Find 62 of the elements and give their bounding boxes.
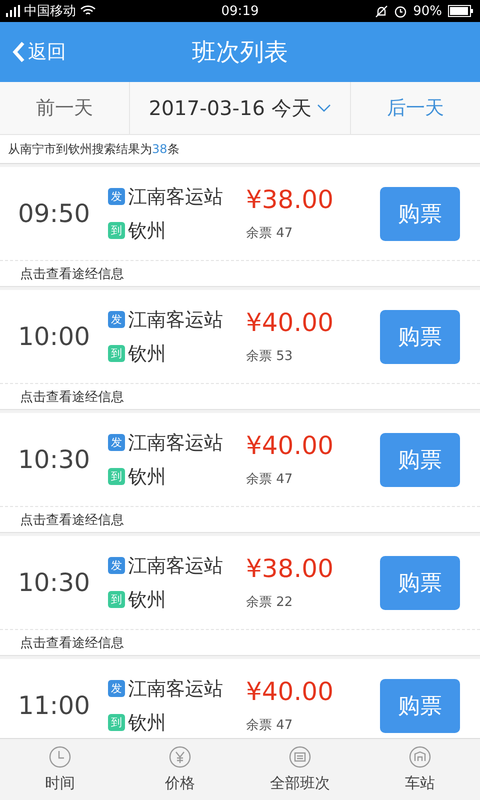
ticket-price: ¥40.00 [246,677,334,706]
yen-icon [169,746,191,768]
remaining-seats: 余票 47 [246,470,376,488]
route-info-link[interactable]: 点击查看途经信息 [20,264,124,282]
clock-icon [49,746,71,768]
arrive-tag: 到 [108,714,125,731]
depart-tag: 发 [108,434,125,451]
station-icon [409,746,431,768]
departure-time: 09:50 [16,199,92,228]
origin-station: 江南客运站 [128,308,223,332]
route-info-link[interactable]: 点击查看途经信息 [20,634,124,652]
chevron-down-icon [317,104,332,112]
remaining-seats: 余票 22 [246,593,376,611]
carrier-name: 中国移动 [24,3,76,20]
wifi-icon [80,5,96,17]
depart-tag: 发 [108,557,125,574]
depart-tag: 发 [108,311,125,328]
ticket-price: ¥40.00 [246,308,334,337]
destination: 钦州 [128,342,166,366]
departure-time: 11:00 [16,691,92,720]
back-icon [12,41,26,63]
list-icon [289,746,311,768]
status-time: 09:19 [221,4,259,18]
bell-off-icon [375,4,388,18]
origin-station: 江南客运站 [128,554,223,578]
arrive-tag: 到 [108,222,125,239]
battery-percent: 90% [413,4,442,18]
departure-time: 10:00 [16,322,92,351]
remaining-seats: 余票 47 [246,224,376,242]
route-info-link[interactable]: 点击查看途经信息 [20,510,124,528]
departure-time: 10:30 [16,568,92,597]
tab-bar-item[interactable]: 车站 [360,739,480,800]
route-info-link[interactable]: 点击查看途经信息 [20,388,124,406]
origin-station: 江南客运站 [128,430,223,456]
alarm-icon [394,4,408,18]
depart-tag: 发 [108,680,125,697]
destination: 钦州 [128,464,166,490]
tab-bar-item[interactable]: 全部班次 [240,739,360,800]
result-summary: 从南宁市到钦州搜索结果为38条 [8,140,180,158]
arrive-tag: 到 [108,591,125,608]
destination: 钦州 [128,588,166,612]
ticket-price: ¥40.00 [246,431,334,460]
back-label: 返回 [28,40,66,65]
tab-bar-item[interactable]: 时间 [0,739,120,800]
signal-icon [6,5,20,17]
ticket-price: ¥38.00 [246,185,334,214]
arrive-tag: 到 [108,468,125,485]
date-selector[interactable]: 2017-03-16 今天 [130,82,350,134]
depart-tag: 发 [108,188,125,205]
arrive-tag: 到 [108,345,125,362]
destination: 钦州 [128,710,166,736]
remaining-seats: 余票 53 [246,347,376,365]
remaining-seats: 余票 47 [246,716,376,734]
origin-station: 江南客运站 [128,184,223,210]
ticket-price: ¥38.00 [246,554,334,583]
destination: 钦州 [128,218,166,244]
battery-icon [448,5,474,17]
page-title: 班次列表 [192,37,288,68]
origin-station: 江南客运站 [128,676,223,702]
departure-time: 10:30 [16,445,92,474]
previous-day-button[interactable]: 前一天 [0,82,130,134]
tab-bar-item[interactable]: 价格 [120,739,240,800]
